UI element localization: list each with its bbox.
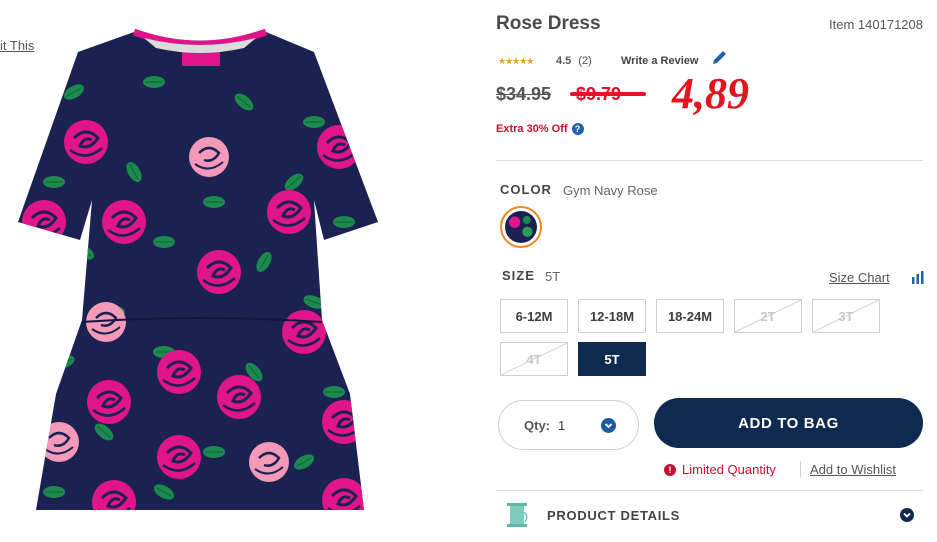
- color-swatch[interactable]: [500, 206, 542, 248]
- write-review-link[interactable]: Write a Review: [621, 55, 698, 67]
- handwritten-strike: [570, 92, 646, 96]
- star-rating-icon: ★★★★★: [498, 55, 534, 66]
- rating-value: 4.5: [556, 55, 572, 67]
- product-image: [18, 28, 378, 510]
- unavailable-slash: [735, 300, 801, 332]
- size-chart-link[interactable]: Size Chart: [829, 270, 890, 285]
- quantity-value: 1: [558, 417, 566, 433]
- limited-quantity-text: Limited Quantity: [682, 462, 776, 477]
- divider: [496, 160, 923, 161]
- limited-quantity-notice: ! Limited Quantity: [664, 462, 776, 477]
- product-details-toggle[interactable]: PRODUCT DETAILS: [547, 508, 680, 523]
- size-option-18-24m[interactable]: 18-24M: [656, 299, 724, 333]
- product-title: Rose Dress: [496, 13, 601, 34]
- chevron-down-icon[interactable]: [900, 508, 914, 522]
- promo-text: Extra 30% Off ?: [496, 123, 584, 135]
- size-option-6-12m[interactable]: 6-12M: [500, 299, 568, 333]
- size-label: SIZE: [502, 268, 535, 283]
- handwritten-price: 4,89: [672, 69, 749, 118]
- color-label: COLOR: [500, 182, 552, 197]
- divider: [496, 490, 923, 491]
- promo-label: Extra 30% Off: [496, 123, 568, 135]
- info-icon[interactable]: ?: [571, 123, 584, 135]
- swatch-pattern: [505, 211, 537, 243]
- size-value: 5T: [545, 269, 561, 284]
- quantity-select[interactable]: Qty: 1: [498, 400, 639, 450]
- spool-icon: [507, 503, 528, 527]
- pencil-icon[interactable]: [709, 50, 729, 66]
- original-price: $34.95: [496, 84, 552, 104]
- item-number: Item 140171208: [829, 17, 923, 32]
- alert-icon: !: [664, 463, 676, 476]
- size-option-5t[interactable]: 5T: [578, 342, 646, 376]
- add-to-wishlist-link[interactable]: Add to Wishlist: [810, 462, 896, 477]
- quantity-label: Qty:: [524, 417, 550, 433]
- rating-row[interactable]: ★★★★★ 4.5 (2): [498, 53, 592, 69]
- unavailable-slash: [501, 343, 567, 375]
- chart-icon[interactable]: [911, 270, 925, 284]
- size-option-12-18m[interactable]: 12-18M: [578, 299, 646, 333]
- review-count[interactable]: (2): [578, 55, 591, 67]
- size-option-2t[interactable]: 2T: [734, 299, 802, 333]
- unavailable-slash: [813, 300, 879, 332]
- link-separator: [800, 461, 801, 477]
- add-to-bag-button[interactable]: ADD TO BAG: [654, 398, 923, 448]
- size-option-4t[interactable]: 4T: [500, 342, 568, 376]
- size-option-3t[interactable]: 3T: [812, 299, 880, 333]
- chevron-down-icon[interactable]: [601, 418, 616, 433]
- color-value: Gym Navy Rose: [563, 183, 658, 198]
